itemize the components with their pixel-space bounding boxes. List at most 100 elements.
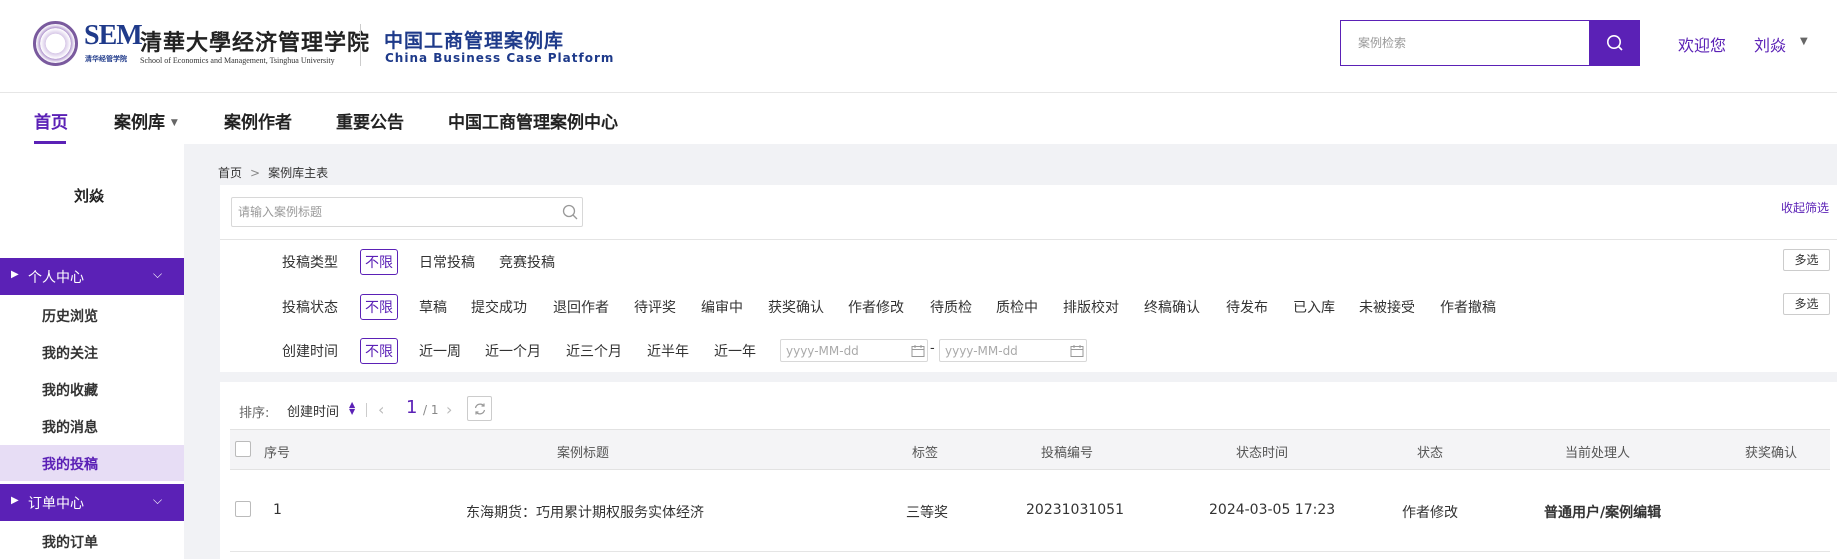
sidebar-section-personal[interactable]: ▶ 个人中心 ⌵ — [0, 258, 184, 295]
status-option[interactable]: 作者撤稿 — [1440, 297, 1496, 317]
created-option[interactable]: 近一个月 — [485, 341, 541, 361]
chevron-down-icon: ⌵ — [153, 267, 163, 281]
date-end-field — [939, 339, 1087, 362]
nav-announcements[interactable]: 重要公告 — [336, 108, 404, 133]
search-icon — [1606, 35, 1623, 51]
refresh-button[interactable] — [467, 396, 492, 421]
status-option[interactable]: 待发布 — [1226, 297, 1268, 317]
sidebar-item-label: 历史浏览 — [42, 309, 98, 325]
column-header-status-time: 状态时间 — [1236, 446, 1289, 461]
created-option[interactable]: 近三个月 — [566, 341, 622, 361]
date-start-field — [780, 339, 928, 362]
column-header-number: 投稿编号 — [1041, 446, 1094, 461]
status-option[interactable]: 终稿确认 — [1144, 297, 1200, 317]
page-total: / 1 — [423, 403, 439, 417]
page-current: 1 — [406, 397, 418, 418]
sidebar-username: 刘焱 — [73, 187, 104, 205]
sidebar-item-favorites[interactable]: 我的收藏 — [0, 371, 184, 407]
nav-case-authors[interactable]: 案例作者 — [224, 108, 292, 133]
status-option[interactable]: 待质检 — [930, 297, 972, 317]
multi-select-button[interactable]: 多选 — [1783, 293, 1830, 315]
sidebar-section-orders[interactable]: ▶ 订单中心 ⌵ — [0, 484, 184, 521]
status-option[interactable]: 获奖确认 — [768, 297, 824, 317]
school-name-en: School of Economics and Management, Tsin… — [140, 56, 335, 65]
column-header-status: 状态 — [1417, 446, 1444, 461]
chevron-right-icon[interactable]: › — [446, 400, 452, 419]
caret-down-icon: ▼ — [170, 118, 178, 128]
sem-logo-text: SEM — [84, 20, 143, 51]
created-option[interactable]: 近一周 — [419, 341, 461, 361]
date-range-dash: - — [930, 341, 935, 356]
sidebar-item-following[interactable]: 我的关注 — [0, 334, 184, 370]
platform-title-cn[interactable]: 中国工商管理案例库 — [384, 26, 564, 53]
status-option[interactable]: 排版校对 — [1063, 297, 1119, 317]
filter-label-type: 投稿类型 — [282, 255, 338, 271]
multi-select-button[interactable]: 多选 — [1783, 249, 1830, 271]
status-option[interactable]: 作者修改 — [848, 297, 904, 317]
created-option-any[interactable]: 不限 — [360, 338, 398, 364]
nav-case-library-label: 案例库 — [114, 113, 165, 133]
type-option-contest[interactable]: 竞赛投稿 — [499, 252, 555, 272]
collapse-filters-link[interactable]: 收起筛选 — [1781, 199, 1829, 216]
sidebar-item-label: 我的关注 — [42, 346, 98, 362]
status-option[interactable]: 质检中 — [996, 297, 1038, 317]
sidebar-item-messages[interactable]: 我的消息 — [0, 408, 184, 444]
case-search-input[interactable] — [1341, 21, 1590, 65]
sidebar-item-submissions[interactable]: 我的投稿 — [0, 445, 184, 481]
type-option-any[interactable]: 不限 — [360, 249, 398, 275]
status-option[interactable]: 退回作者 — [553, 297, 609, 317]
chevron-left-icon[interactable]: ‹ — [378, 400, 384, 419]
list-panel — [220, 382, 1837, 559]
case-search-box — [1340, 20, 1590, 66]
column-header-award: 获奖确认 — [1745, 446, 1798, 461]
cell-title[interactable]: 东海期货：巧用累计期权服务实体经济 — [466, 502, 704, 522]
row-checkbox[interactable] — [235, 501, 251, 517]
type-option-daily[interactable]: 日常投稿 — [419, 252, 475, 272]
calendar-icon[interactable] — [1070, 344, 1084, 358]
refresh-icon — [474, 403, 485, 414]
search-button[interactable] — [1589, 20, 1640, 66]
sidebar-item-label: 我的消息 — [42, 420, 98, 436]
row-divider — [230, 551, 1830, 552]
status-option[interactable]: 待评奖 — [634, 297, 676, 317]
nav-case-center[interactable]: 中国工商管理案例中心 — [448, 108, 618, 133]
search-icon[interactable] — [562, 204, 578, 220]
status-option[interactable]: 提交成功 — [471, 297, 527, 317]
created-option[interactable]: 近一年 — [714, 341, 756, 361]
platform-title-en[interactable]: China Business Case Platform — [385, 51, 614, 65]
main-nav: 首页 案例库 ▼ 案例作者 重要公告 中国工商管理案例中心 — [0, 94, 1837, 144]
sort-field-dropdown[interactable]: 创建时间 — [287, 401, 339, 420]
column-header-title: 案例标题 — [557, 446, 610, 461]
sidebar-section-label: 订单中心 — [28, 496, 84, 512]
triangle-right-icon: ▶ — [11, 269, 19, 280]
breadcrumb-home[interactable]: 首页 — [218, 166, 242, 180]
cell-index: 1 — [273, 502, 282, 518]
user-menu[interactable]: 刘焱 — [1754, 32, 1786, 56]
status-option[interactable]: 草稿 — [419, 297, 447, 317]
sem-logo-subtitle: 清华经管学院 — [85, 55, 127, 63]
case-title-input[interactable] — [232, 198, 542, 226]
table-header: 序号 案例标题 标签 投稿编号 状态时间 状态 当前处理人 获奖确认 — [230, 429, 1830, 470]
cell-number: 20231031051 — [1026, 502, 1124, 518]
triangle-right-icon: ▶ — [11, 495, 19, 506]
nav-home[interactable]: 首页 — [34, 108, 68, 133]
sidebar-item-my-orders[interactable]: 我的订单 — [0, 523, 184, 559]
cell-handler: 普通用户/案例编辑 — [1544, 505, 1662, 521]
sidebar-item-label: 我的投稿 — [42, 457, 98, 473]
date-start-input[interactable] — [781, 340, 901, 362]
caret-down-icon[interactable]: ▼ — [1800, 36, 1808, 47]
status-option[interactable]: 已入库 — [1293, 297, 1335, 317]
welcome-text: 欢迎您 — [1678, 36, 1727, 55]
status-option[interactable]: 未被接受 — [1359, 297, 1415, 317]
sidebar-item-history[interactable]: 历史浏览 — [0, 297, 184, 333]
nav-case-library[interactable]: 案例库 ▼ — [114, 108, 178, 133]
calendar-icon[interactable] — [911, 344, 925, 358]
date-end-input[interactable] — [940, 340, 1060, 362]
sidebar-item-label: 我的收藏 — [42, 383, 98, 399]
status-option-any[interactable]: 不限 — [360, 294, 398, 320]
select-all-checkbox[interactable] — [235, 441, 251, 457]
school-name-cn: 清華大學经济管理学院 — [140, 30, 371, 56]
created-option[interactable]: 近半年 — [647, 341, 689, 361]
sort-direction-icon[interactable]: ▲ ▼ — [349, 401, 355, 416]
status-option[interactable]: 编审中 — [701, 297, 743, 317]
